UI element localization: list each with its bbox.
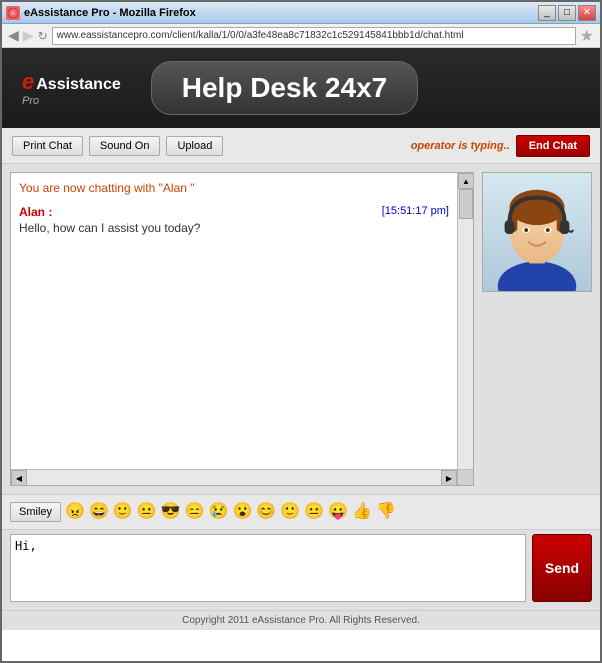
minimize-button[interactable]: _ — [538, 5, 556, 21]
agent-illustration — [483, 172, 591, 292]
helpdesk-text: Help Desk 24x7 — [182, 72, 387, 103]
emoji-smile[interactable]: 🙂 — [113, 504, 133, 520]
chat-sender: Alan : — [19, 205, 52, 219]
scroll-right-button[interactable]: ▶ — [441, 470, 457, 486]
horizontal-scrollbar[interactable]: ◀ ▶ — [11, 469, 457, 485]
go-icon: ★ — [580, 26, 594, 46]
emoji-happy[interactable]: 😄 — [89, 504, 109, 520]
emoji-angry[interactable]: 😠 — [65, 504, 85, 520]
upload-button[interactable]: Upload — [166, 136, 223, 156]
maximize-button[interactable]: □ — [558, 5, 576, 21]
footer: Copyright 2011 eAssistance Pro. All Righ… — [2, 610, 600, 630]
browser-icon — [6, 6, 20, 20]
chat-time: [15:51:17 pm] — [382, 205, 449, 219]
refresh-icon[interactable]: ↻ — [38, 29, 48, 43]
emoji-tongue[interactable]: 😛 — [328, 504, 348, 520]
window-controls: _ □ ✕ — [538, 5, 596, 21]
logo-area: eAssistance Pro — [22, 69, 121, 107]
chat-input[interactable]: Hi, — [10, 534, 526, 602]
address-bar: ◀ ▶ ↻ ★ — [2, 24, 600, 48]
print-chat-button[interactable]: Print Chat — [12, 136, 83, 156]
chat-message-text: Hello, how can I assist you today? — [19, 221, 449, 235]
emoji-thumbsup[interactable]: 👍 — [352, 504, 372, 520]
helpdesk-banner: Help Desk 24x7 — [151, 61, 418, 115]
scroll-up-button[interactable]: ▲ — [458, 173, 474, 189]
input-area: Hi, Send — [2, 530, 600, 610]
typing-status: operator is typing.. — [411, 140, 510, 152]
toolbar: Print Chat Sound On Upload operator is t… — [2, 128, 600, 164]
footer-text: Copyright 2011 eAssistance Pro. All Righ… — [182, 615, 420, 626]
logo-main: Assistance — [36, 76, 121, 94]
emoji-expressionless[interactable]: 😑 — [185, 504, 205, 520]
emoji-neutral[interactable]: 😐 — [137, 504, 157, 520]
back-icon[interactable]: ◀ — [8, 27, 19, 44]
title-bar: eAssistance Pro - Mozilla Firefox _ □ ✕ — [2, 2, 600, 24]
chat-content: You are now chatting with "Alan " Alan :… — [11, 173, 457, 469]
end-chat-button[interactable]: End Chat — [516, 135, 590, 157]
close-button[interactable]: ✕ — [578, 5, 596, 21]
emoji-plain[interactable]: 😐 — [304, 504, 324, 520]
header: eAssistance Pro Help Desk 24x7 — [2, 48, 600, 128]
logo-e: e — [22, 69, 34, 95]
hscroll-track[interactable] — [27, 470, 441, 485]
emoji-blush[interactable]: 😊 — [256, 504, 276, 520]
emoji-sad[interactable]: 😢 — [209, 504, 229, 520]
main-area: You are now chatting with "Alan " Alan :… — [2, 164, 600, 494]
scrollbar-corner — [457, 469, 473, 485]
logo-pro: Pro — [22, 95, 39, 107]
window-title: eAssistance Pro - Mozilla Firefox — [24, 7, 196, 19]
emoji-cool[interactable]: 😎 — [161, 504, 181, 520]
scroll-track[interactable] — [458, 189, 473, 469]
emoji-thumbsdown[interactable]: 👎 — [376, 504, 396, 520]
emoji-surprised[interactable]: 😮 — [232, 504, 252, 520]
sound-on-button[interactable]: Sound On — [89, 136, 161, 156]
emoji-slight-smile[interactable]: 🙂 — [280, 504, 300, 520]
vertical-scrollbar[interactable]: ▲ ▼ — [457, 173, 473, 485]
smiley-button[interactable]: Smiley — [10, 502, 61, 522]
chat-outer: You are now chatting with "Alan " Alan :… — [10, 172, 474, 486]
send-button[interactable]: Send — [532, 534, 592, 602]
smiley-bar: Smiley 😠 😄 🙂 😐 😎 😑 😢 😮 😊 🙂 😐 😛 👍 👎 — [2, 494, 600, 530]
title-bar-left: eAssistance Pro - Mozilla Firefox — [6, 6, 196, 20]
forward-icon[interactable]: ▶ — [23, 27, 34, 44]
chat-intro: You are now chatting with "Alan " — [19, 181, 449, 195]
chat-message-header: Alan : [15:51:17 pm] — [19, 205, 449, 219]
scroll-thumb[interactable] — [459, 189, 473, 219]
scroll-left-button[interactable]: ◀ — [11, 470, 27, 486]
url-input[interactable] — [52, 27, 576, 45]
agent-photo — [482, 172, 592, 292]
